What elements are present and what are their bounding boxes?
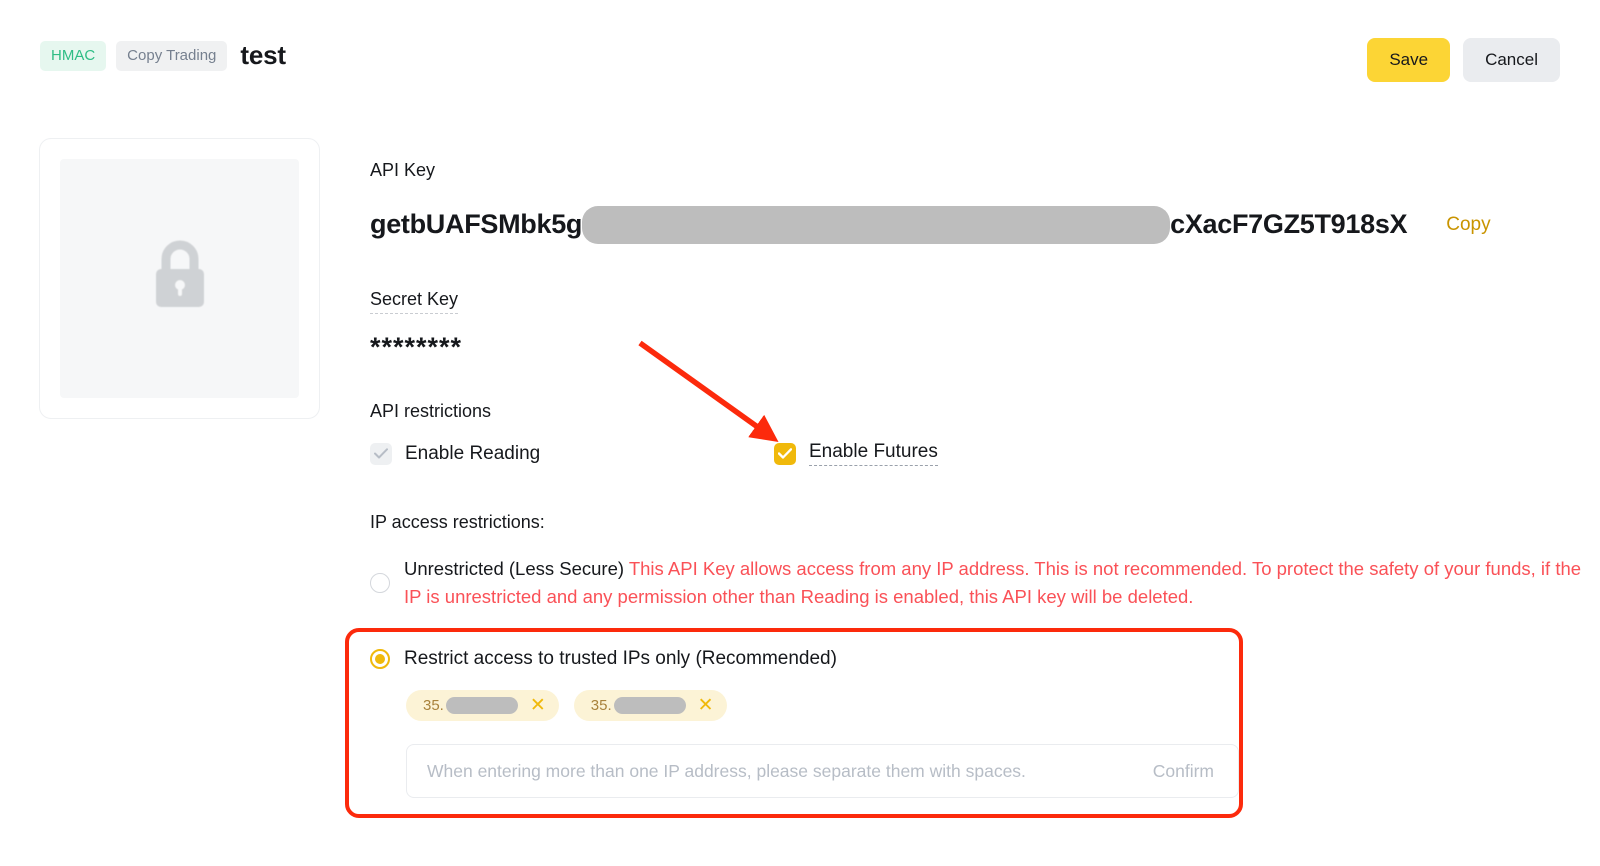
- unrestricted-title: Unrestricted (Less Secure): [404, 557, 625, 579]
- radio-trusted-ips[interactable]: [370, 649, 390, 669]
- qr-code-placeholder: [39, 138, 320, 419]
- trusted-ips-label[interactable]: Restrict access to trusted IPs only (Rec…: [404, 648, 837, 670]
- confirm-ip-button[interactable]: Confirm: [1153, 761, 1238, 782]
- ip-access-restrictions-label: IP access restrictions:: [370, 511, 545, 532]
- cancel-button[interactable]: Cancel: [1463, 38, 1560, 82]
- trusted-ip-section: Restrict access to trusted IPs only (Rec…: [370, 648, 1250, 798]
- unrestricted-text-block: Unrestricted (Less Secure) This API Key …: [404, 555, 1600, 611]
- enable-futures-group[interactable]: Enable Futures: [774, 441, 938, 466]
- secret-key-value: ********: [370, 332, 463, 363]
- option-unrestricted[interactable]: Unrestricted (Less Secure) This API Key …: [370, 555, 1600, 611]
- secret-key-label-wrap: Secret Key: [370, 289, 1600, 315]
- check-icon: [374, 448, 388, 459]
- check-icon: [778, 448, 792, 459]
- api-key-suffix: cXacF7GZ5T918sX: [1170, 209, 1408, 240]
- option-trusted-ips[interactable]: Restrict access to trusted IPs only (Rec…: [370, 648, 1250, 670]
- checkbox-enable-reading: [370, 442, 392, 465]
- ip-tag-redaction-bar: [613, 697, 686, 714]
- checkbox-enable-futures[interactable]: [774, 442, 796, 465]
- api-restrictions-row: Enable Reading Enable Futures: [370, 439, 1600, 469]
- header-left-group: HMAC Copy Trading test: [40, 40, 286, 71]
- api-key-value-row: getbUAFSMbk5g cXacF7GZ5T918sX Copy: [370, 205, 1600, 244]
- ip-tag: 35. ✕: [406, 690, 559, 721]
- ip-tag-prefix: 35.: [590, 697, 612, 714]
- close-icon[interactable]: ✕: [530, 696, 546, 715]
- label-enable-reading: Enable Reading: [405, 442, 541, 464]
- ip-tag-redaction-bar: [445, 697, 518, 714]
- label-enable-futures[interactable]: Enable Futures: [809, 441, 938, 466]
- close-icon[interactable]: ✕: [698, 696, 714, 715]
- page-header: HMAC Copy Trading test Save Cancel: [0, 0, 1600, 108]
- unrestricted-warning-inline: This API Key allows access from any IP a…: [628, 557, 1248, 579]
- ip-tag-list: 35. ✕ 35. ✕: [406, 690, 1250, 721]
- qr-inner-surface: [60, 159, 299, 398]
- api-key-form: API Key getbUAFSMbk5g cXacF7GZ5T918sX Co…: [370, 160, 1600, 611]
- api-key-label: API Key: [370, 160, 436, 180]
- ip-input-container: Confirm: [406, 744, 1239, 798]
- page-title: test: [240, 40, 286, 70]
- badge-hmac: HMAC: [40, 40, 107, 71]
- radio-unrestricted[interactable]: [370, 572, 390, 593]
- api-restrictions-label: API restrictions: [370, 401, 492, 422]
- api-key-redaction-bar: [582, 205, 1171, 244]
- secret-key-label: Secret Key: [370, 289, 459, 315]
- lock-icon: [148, 239, 212, 318]
- ip-address-input[interactable]: [407, 760, 1153, 782]
- save-button[interactable]: Save: [1367, 38, 1451, 82]
- ip-tag-prefix: 35.: [423, 697, 444, 714]
- ip-tag: 35. ✕: [573, 690, 727, 721]
- copy-api-key-button[interactable]: Copy: [1446, 214, 1490, 236]
- api-key-prefix: getbUAFSMbk5g: [370, 209, 583, 240]
- badge-copy-trading: Copy Trading: [116, 40, 228, 71]
- header-actions: Save Cancel: [1367, 38, 1560, 82]
